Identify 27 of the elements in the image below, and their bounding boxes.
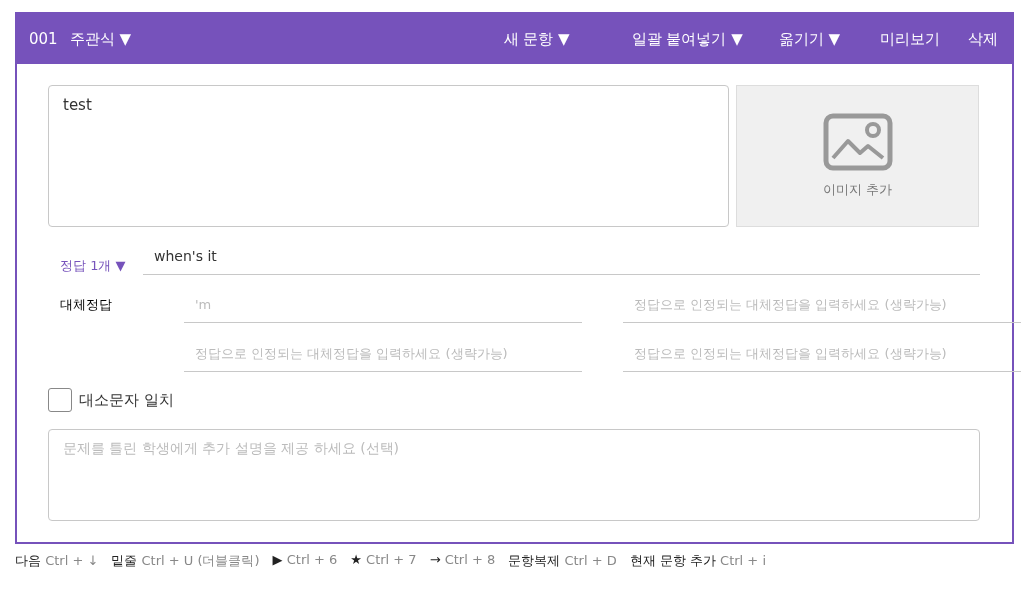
shortcut-hint: 현재 문항 추가 Ctrl + i xyxy=(629,552,766,570)
question-input[interactable]: test xyxy=(48,85,729,227)
question-number: 001 xyxy=(29,30,58,48)
answer-field[interactable]: when's it xyxy=(143,237,980,275)
case-match-checkbox[interactable] xyxy=(48,388,72,412)
shortcut-hint: 다음 Ctrl + ↓ xyxy=(15,552,99,570)
alternate-answer-field[interactable]: 'm xyxy=(184,285,582,323)
header-action[interactable]: 삭제 xyxy=(968,29,998,49)
alternate-answer-field[interactable]: 정답으로 인정되는 대체정답을 입력하세요 (생략가능) xyxy=(623,334,1021,372)
shortcut-hint: 문항복제 Ctrl + D xyxy=(508,552,617,570)
explanation-input[interactable]: 문제를 틀린 학생에게 추가 설명을 제공 하세요 (선택) xyxy=(48,429,980,521)
case-match-label: 대소문자 일치 xyxy=(79,390,174,410)
shortcut-hint: 밑줄 Ctrl + U (더블클릭) xyxy=(111,552,260,570)
header-action[interactable]: 미리보기 xyxy=(880,29,940,49)
image-icon xyxy=(822,113,893,171)
alternate-answer-field[interactable]: 정답으로 인정되는 대체정답을 입력하세요 (생략가능) xyxy=(184,334,582,372)
header-action[interactable]: 일괄 붙여넣기 ▼ xyxy=(631,29,743,49)
header-action[interactable]: 새 문항 ▼ xyxy=(503,29,570,49)
add-image-button[interactable]: 이미지 추가 xyxy=(736,85,979,227)
shortcut-hint: ▶ Ctrl + 6 xyxy=(272,552,338,569)
answer-count-dropdown[interactable]: 정답 1개 ▼ xyxy=(48,257,143,275)
header-action[interactable]: 옮기기 ▼ xyxy=(778,29,840,49)
shortcut-hint: → Ctrl + 8 xyxy=(429,552,496,569)
alternate-label: 대체정답 xyxy=(59,296,113,314)
alternate-answer-field[interactable]: 정답으로 인정되는 대체정답을 입력하세요 (생략가능) xyxy=(623,285,1021,323)
type-dropdown[interactable]: 주관식 ▼ xyxy=(69,29,131,49)
shortcut-hint: ★ Ctrl + 7 xyxy=(350,552,417,569)
